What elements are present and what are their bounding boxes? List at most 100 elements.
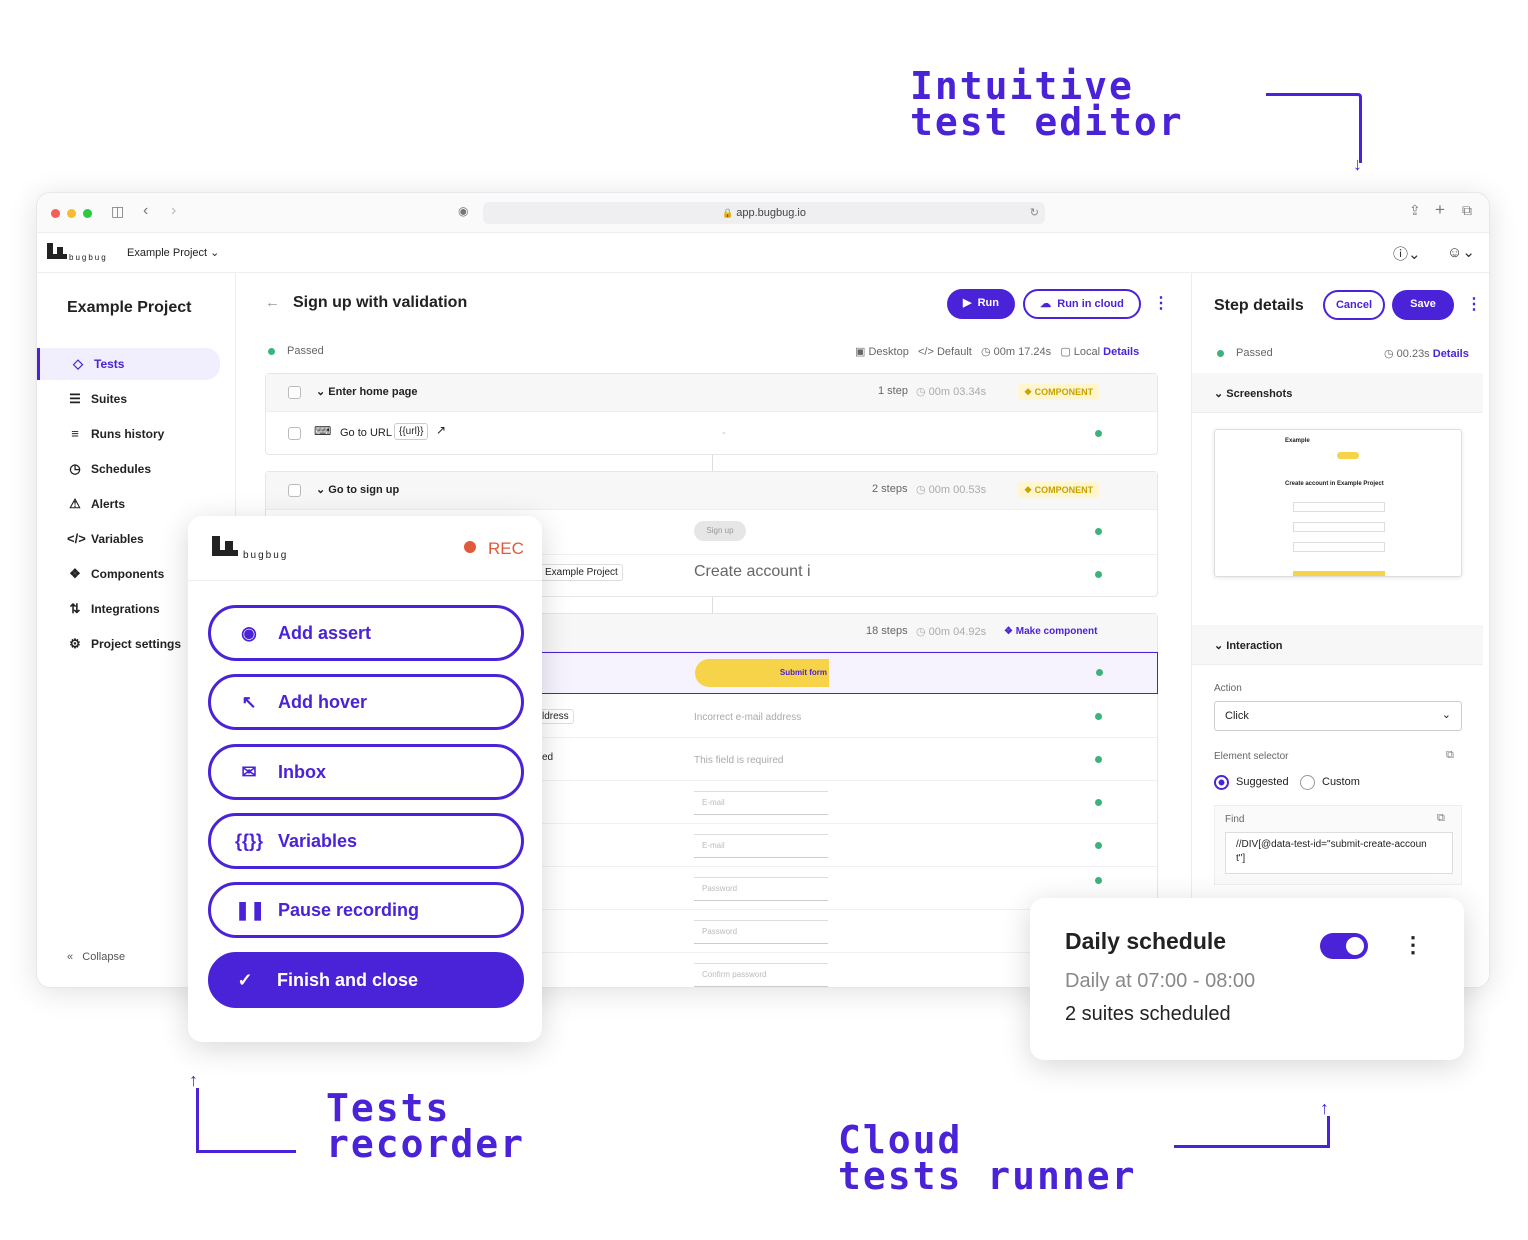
help-icon[interactable]: ⓘ⌄ [1393,243,1421,264]
add-hover-button[interactable]: ↖ Add hover [208,674,524,730]
callout-editor: Intuitive test editor [910,67,1184,141]
collapse-label: Collapse [82,951,126,963]
connector [712,455,713,471]
component-badge-label: COMPONENT [1034,387,1094,397]
field-preview: E-mail [694,834,828,858]
url-text: app.bugbug.io [736,207,806,219]
variables-button[interactable]: {{}} Variables [208,813,524,869]
callout-editor-arrow [1266,93,1362,163]
pause-recording-button[interactable]: ❚❚ Pause recording [208,882,524,938]
schedule-toggle[interactable] [1320,933,1368,959]
group-time-value: 00m 03.34s [928,386,987,398]
group-checkbox[interactable] [288,484,301,497]
step-status-dot [1095,877,1102,884]
sidebar-item-label: Integrations [91,602,160,616]
test-status: Passed [287,345,324,357]
sidebar-item-alerts[interactable]: ⚠ Alerts [37,488,220,520]
copy-icon[interactable]: ⧉ [1446,749,1454,762]
sidebar-item-label: Components [91,567,165,581]
gear-icon: ⚙ [69,636,81,651]
more-menu-icon[interactable]: ⋮ [1466,294,1482,314]
sidebar-item-schedules[interactable]: ◷ Schedules [37,453,220,485]
external-link-icon[interactable]: ↗ [436,423,446,437]
add-assert-button[interactable]: ◉ Add assert [208,605,524,661]
step-group-header[interactable]: ⌄ Go to sign up 2 steps ◷ 00m 00.53s ❖ C… [266,472,1157,510]
save-button[interactable]: Save [1392,290,1454,320]
finish-and-close-button[interactable]: ✓ Finish and close [208,952,524,1008]
interaction-section-header[interactable]: ⌄ Interaction [1192,625,1483,665]
group-time-value: 00m 00.53s [928,484,987,496]
field-preview: Password [694,877,828,901]
step-row[interactable]: ⌨ Go to URL {{url}} ↗ - [266,412,1157,456]
forward-icon[interactable]: › [171,202,176,220]
step-preview: - [722,427,726,439]
terminal-icon: ⌨ [314,424,332,438]
details-link[interactable]: Details [1103,346,1139,358]
inbox-button[interactable]: ✉ Inbox [208,744,524,800]
new-tab-icon[interactable]: + [1435,200,1445,220]
step-screenshot[interactable]: Example Create account in Example Projec… [1214,429,1462,577]
group-time: ◷ 00m 00.53s [916,484,987,496]
url-bar[interactable]: 🔒 app.bugbug.io ↻ [483,202,1045,224]
suggested-radio[interactable] [1214,775,1229,790]
lock-icon: 🔒 [721,208,734,218]
action-select[interactable]: Click ⌄ [1214,701,1462,731]
sidebar-item-label: Project settings [91,637,182,651]
run-button[interactable]: ▶ Run [947,289,1015,319]
component-badge-label: COMPONENT [1034,485,1094,495]
back-arrow-icon[interactable]: ← [265,294,280,311]
make-component-link[interactable]: ❖ Make component [1004,626,1097,637]
close-dot[interactable] [51,209,60,218]
step-checkbox[interactable] [288,427,301,440]
more-menu-icon[interactable]: ⋮ [1402,932,1424,958]
button-label: Inbox [278,762,326,782]
group-title: ⌄ Go to sign up [316,483,399,496]
error-preview: Incorrect e-mail address [694,712,802,723]
run-in-cloud-button[interactable]: ☁ Run in cloud [1023,289,1141,319]
project-switcher[interactable]: Example Project ⌄ [127,246,219,259]
sidebar-toggle-icon[interactable]: ◫ [111,203,124,220]
sidebar-item-runs-history[interactable]: ≡ Runs history [37,418,220,450]
sidebar-item-tests[interactable]: ◇ Tests [37,348,220,380]
copy-icon[interactable]: ⧉ [1437,812,1445,825]
screenshots-section-header[interactable]: ⌄ Screenshots [1192,373,1483,413]
step-status-dot [1095,571,1102,578]
group-name: Enter home page [328,386,418,398]
back-icon[interactable]: ‹ [143,202,148,220]
chevron-down-icon: ⌄ [316,386,326,398]
step-group-header[interactable]: ⌄ Enter home page 1 step ◷ 00m 03.34s ❖ … [266,374,1157,412]
more-menu-icon[interactable]: ⋮ [1153,293,1169,313]
logo-text: bugbug [243,550,289,561]
sidebar-item-suites[interactable]: ☰ Suites [37,383,220,415]
callout-cloud-line1: Cloud [838,1118,963,1162]
run-in-cloud-label: Run in cloud [1057,298,1124,310]
sidebar-item-label: Runs history [91,427,165,441]
group-checkbox[interactable] [288,386,301,399]
details-link[interactable]: Details [1433,348,1469,360]
monitor-icon: ▢ [1060,346,1071,358]
action-label: Action [1214,683,1242,694]
desktop-icon: ▣ [855,346,866,358]
cancel-button[interactable]: Cancel [1323,290,1385,320]
step-name: Go to URL [340,427,392,439]
step-details-panel: Step details Cancel Save ⋮ Passed ◷ 00.2… [1191,273,1489,987]
maximize-dot[interactable] [83,209,92,218]
chevron-down-icon: ⌄ [1214,388,1224,400]
user-icon[interactable]: ☺⌄ [1447,243,1475,261]
field-preview: Confirm password [694,963,828,987]
step-status: Passed [1236,347,1273,359]
screenshots-label: Screenshots [1226,388,1293,400]
tabs-icon[interactable]: ⧉ [1462,202,1472,219]
find-selector-input[interactable]: //DIV[@data-test-id="submit-create-accou… [1225,832,1453,874]
meta-device: Desktop [868,346,909,358]
integrations-icon: ⇅ [69,601,81,616]
step-status-dot [1095,799,1102,806]
reload-icon[interactable]: ↻ [1030,202,1039,224]
minimize-dot[interactable] [67,209,76,218]
custom-radio[interactable] [1300,775,1315,790]
schedule-time: Daily at 07:00 - 08:00 [1065,970,1256,992]
meta-duration: 00m 17.24s [993,346,1052,358]
share-icon[interactable]: ⇪ [1409,202,1421,219]
callout-editor-arrowhead: ↓ [1353,154,1362,174]
collapse-button[interactable]: « Collapse [67,951,125,963]
